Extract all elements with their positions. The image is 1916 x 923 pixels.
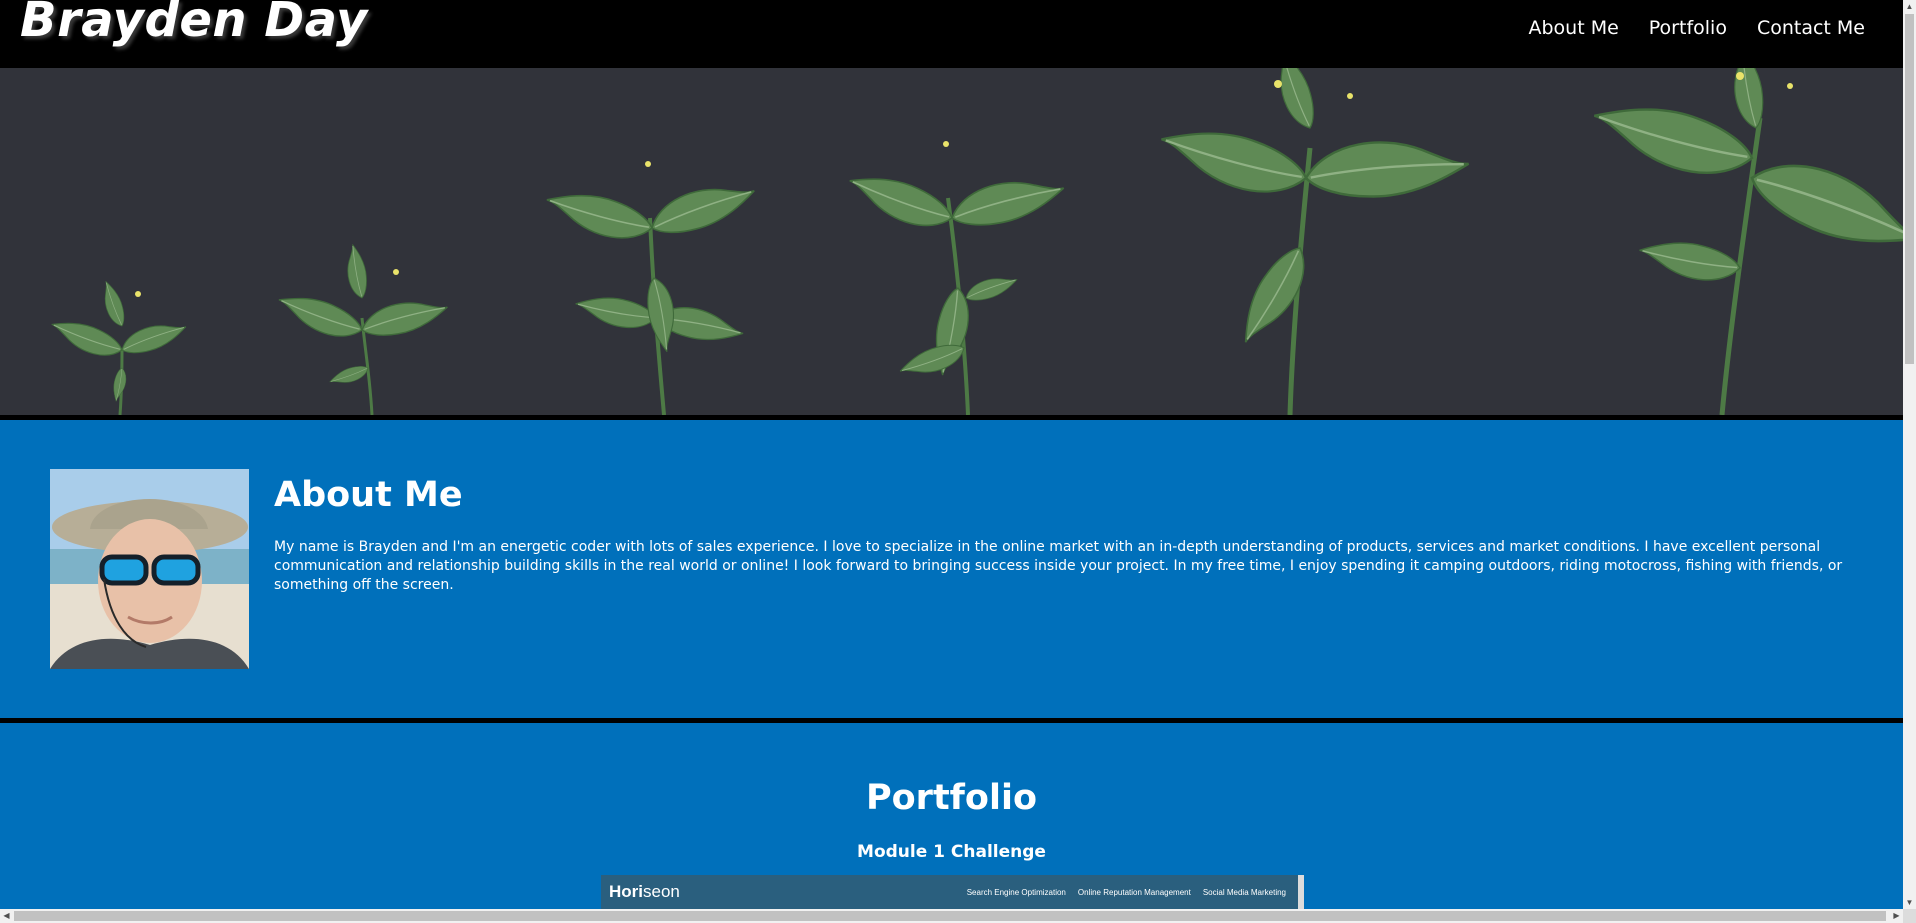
site-header: Brayden Day About Me Portfolio Contact M… — [0, 0, 1903, 68]
vertical-scrollbar-thumb[interactable] — [1905, 14, 1914, 364]
hero-banner-image — [0, 68, 1903, 415]
preview-link: Social Media Marketing — [1202, 888, 1286, 897]
scrollbar-corner — [1903, 909, 1916, 923]
scroll-left-arrow-icon[interactable]: ◀ — [0, 909, 13, 923]
plant-2 — [272, 242, 452, 415]
nav-link-portfolio[interactable]: Portfolio — [1649, 16, 1727, 40]
project-preview-image[interactable]: Horiseon Search Engine Optimization Onli… — [601, 875, 1304, 909]
vertical-scrollbar[interactable]: ▲ ▼ — [1903, 0, 1916, 909]
preview-edge — [1298, 875, 1304, 909]
about-me-heading: About Me — [274, 475, 463, 515]
project-title: Module 1 Challenge — [857, 842, 1046, 862]
nav-link-about-me[interactable]: About Me — [1528, 16, 1618, 40]
plant-4 — [842, 141, 1070, 415]
preview-brand: Horiseon — [609, 882, 680, 901]
portfolio-section: Portfolio Module 1 Challenge Horiseon Se… — [0, 723, 1903, 909]
plant-6 — [1585, 68, 1903, 415]
nav-link-contact-me[interactable]: Contact Me — [1757, 16, 1865, 40]
preview-link: Online Reputation Management — [1077, 888, 1191, 897]
plant-5 — [1153, 68, 1472, 415]
scroll-right-arrow-icon[interactable]: ▶ — [1890, 909, 1903, 923]
about-me-section: About Me My name is Brayden and I'm an e… — [0, 420, 1903, 718]
horizontal-scrollbar[interactable]: ◀ ▶ — [0, 909, 1903, 923]
preview-nav: Search Engine Optimization Online Reputa… — [967, 888, 1286, 897]
plant-3 — [541, 161, 761, 415]
page-viewport: Brayden Day About Me Portfolio Contact M… — [0, 0, 1903, 909]
preview-link: Search Engine Optimization — [966, 888, 1066, 897]
scroll-up-arrow-icon[interactable]: ▲ — [1903, 0, 1916, 13]
horizontal-scrollbar-thumb[interactable] — [14, 911, 1886, 921]
about-me-paragraph: My name is Brayden and I'm an energetic … — [274, 539, 1843, 593]
site-title: Brayden Day — [20, 0, 368, 48]
profile-photo — [50, 469, 249, 669]
plant-growth-illustration — [46, 68, 1903, 415]
avatar — [50, 469, 249, 669]
plant-1 — [46, 278, 190, 415]
scroll-down-arrow-icon[interactable]: ▼ — [1903, 896, 1916, 909]
main-nav: About Me Portfolio Contact Me — [1528, 16, 1865, 40]
portfolio-heading: Portfolio — [865, 778, 1037, 818]
